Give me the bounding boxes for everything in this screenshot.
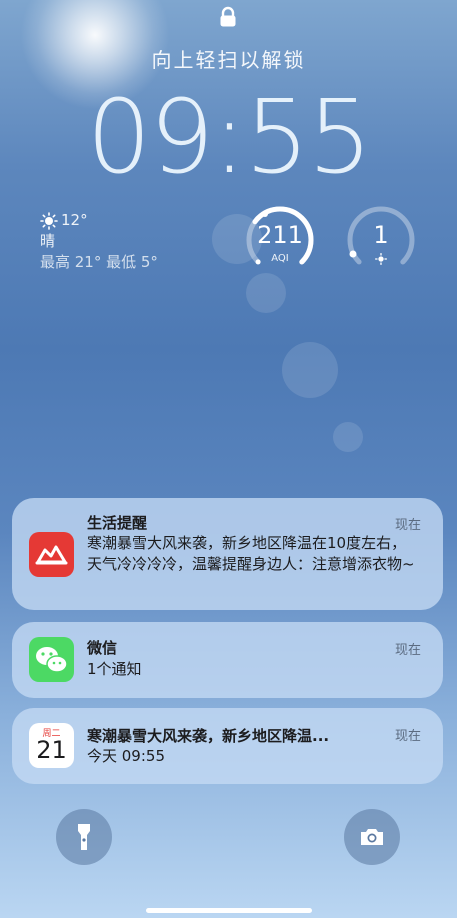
weather-temperature: 12° xyxy=(61,211,88,229)
unlock-hint: 向上轻扫以解锁 xyxy=(151,48,306,72)
home-indicator[interactable] xyxy=(146,908,312,913)
wechat-icon xyxy=(29,637,74,682)
lock-icon xyxy=(220,6,236,27)
calendar-icon: 周二 21 xyxy=(29,723,74,768)
notification-app-name: 微信 xyxy=(87,639,118,657)
lens-flare xyxy=(246,273,286,313)
notification-time: 现在 xyxy=(394,729,421,744)
red-cloud-icon xyxy=(29,532,74,577)
sun-icon xyxy=(40,211,58,230)
notification-card[interactable]: 周二 21 寒潮暴雪大风来袭，新乡地区降温... 现在 今天 09:55 xyxy=(12,708,443,784)
sun-icon xyxy=(375,253,387,265)
uv-sun-icon-wrap xyxy=(346,253,416,268)
notification-card[interactable]: 微信 现在 1个通知 xyxy=(12,622,443,698)
lens-flare xyxy=(333,422,363,452)
flashlight-icon xyxy=(78,824,90,850)
clock: 09:55 xyxy=(86,78,373,197)
weather-condition: 晴 xyxy=(40,232,56,250)
uv-value: 1 xyxy=(373,221,389,249)
flashlight-button[interactable] xyxy=(56,809,112,865)
calendar-day: 21 xyxy=(36,736,67,764)
notification-time: 现在 xyxy=(394,643,421,658)
weather-widget[interactable]: 12° 晴 最高 21° 最低 5° xyxy=(40,210,158,273)
aqi-label: AQI xyxy=(271,253,289,264)
camera-icon xyxy=(361,829,383,845)
notification-time: 现在 xyxy=(394,518,421,533)
notification-app-name: 寒潮暴雪大风来袭，新乡地区降温... xyxy=(87,727,330,745)
notification-body: 1个通知 xyxy=(87,660,142,678)
aqi-value: 211 xyxy=(257,221,303,249)
notification-app-name: 生活提醒 xyxy=(87,514,148,532)
notification-body: 今天 09:55 xyxy=(87,747,165,765)
notification-card[interactable]: 生活提醒 现在 寒潮暴雪大风来袭，新乡地区降温在10度左右，天气冷冷冷冷，温馨提… xyxy=(12,498,443,610)
notification-body: 寒潮暴雪大风来袭，新乡地区降温在10度左右，天气冷冷冷冷，温馨提醒身边人：注意增… xyxy=(87,534,415,573)
aqi-widget[interactable]: 211 AQI xyxy=(245,205,315,275)
camera-button[interactable] xyxy=(344,809,400,865)
uv-widget[interactable]: 1 xyxy=(346,205,416,275)
lens-flare xyxy=(282,342,338,398)
weather-range: 最高 21° 最低 5° xyxy=(40,253,158,271)
